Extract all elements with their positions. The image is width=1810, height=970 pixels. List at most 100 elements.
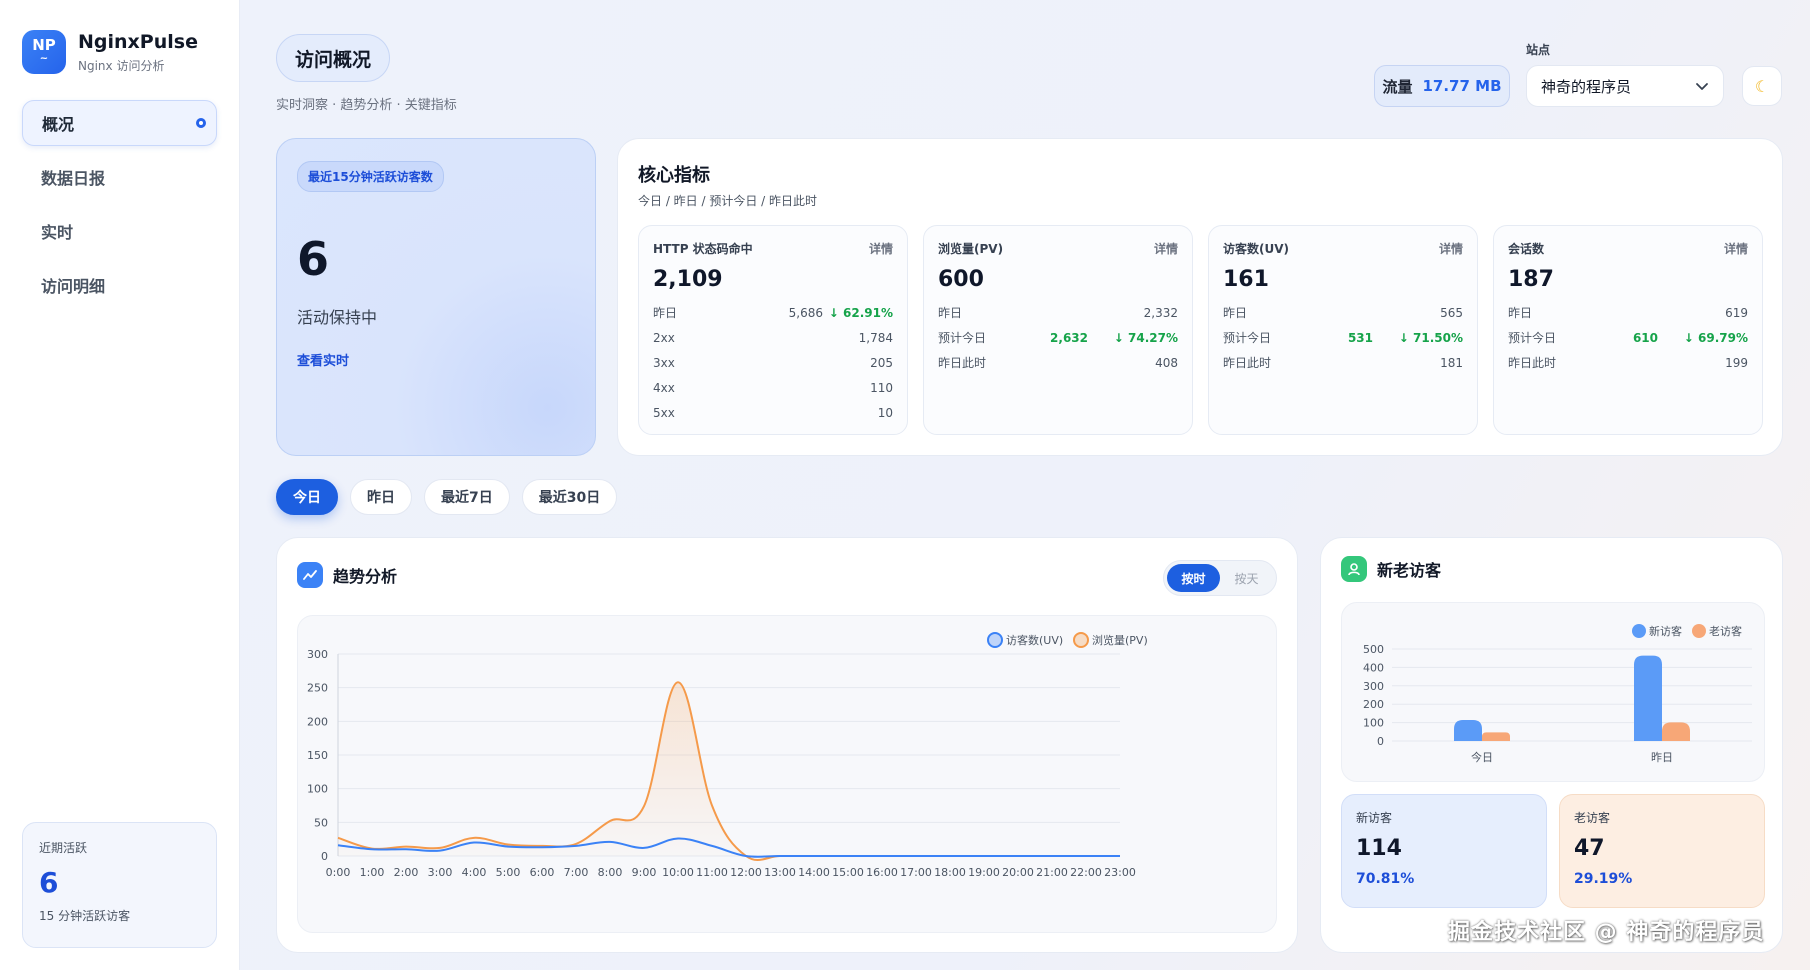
x-tick-label: 23:00 xyxy=(1104,866,1136,879)
x-tick-label: 10:00 xyxy=(662,866,694,879)
returning-visitors-label: 老访客 xyxy=(1574,811,1611,825)
bar-new xyxy=(1634,655,1662,741)
detail-link[interactable]: 详情 xyxy=(1154,240,1178,257)
sidebar-item-daily-report[interactable]: 数据日报 xyxy=(22,154,217,200)
tab-last-7-days[interactable]: 最近7日 xyxy=(424,479,510,515)
sidebar-item-overview[interactable]: 概况 xyxy=(22,100,217,146)
trend-line-chart: 0 50 100 150 200 250 300 0:00 1:00 2:00 3:00 4:00 5:… xyxy=(307,632,1148,879)
metric-title: 浏览量(PV) xyxy=(938,242,1004,256)
metric-row-same-time: 昨日此时 199 xyxy=(1508,350,1748,375)
hourly-toggle-button[interactable]: 按时 xyxy=(1167,564,1220,592)
x-tick-label: 2:00 xyxy=(394,866,419,879)
active-visitors-value: 6 xyxy=(297,232,330,286)
traffic-value: 17.77 MB xyxy=(1422,77,1502,95)
detail-link[interactable]: 详情 xyxy=(1724,240,1748,257)
tab-today[interactable]: 今日 xyxy=(276,479,338,515)
x-tick-label: 15:00 xyxy=(832,866,864,879)
site-label: 站点 xyxy=(1526,43,1551,57)
y-tick-label: 0 xyxy=(1377,735,1384,748)
sidebar-item-realtime[interactable]: 实时 xyxy=(22,208,217,254)
x-tick-label: 8:00 xyxy=(598,866,623,879)
daily-toggle-button[interactable]: 按天 xyxy=(1220,564,1273,592)
watermark: 掘金技术社区 @ 神奇的程序员 xyxy=(1448,920,1765,945)
metric-value: 187 xyxy=(1508,267,1554,292)
tab-yesterday[interactable]: 昨日 xyxy=(350,479,412,515)
x-tick-label: 17:00 xyxy=(900,866,932,879)
y-tick-label: 250 xyxy=(307,682,328,695)
visitors-plot-area: 0 100 200 300 400 500 今日 昨日 新访客 老访客 xyxy=(1341,602,1765,782)
y-tick-label: 200 xyxy=(307,715,328,728)
legend-label: 访客数(UV) xyxy=(1006,633,1063,647)
metric-value: 600 xyxy=(938,267,984,292)
metric-title: HTTP 状态码命中 xyxy=(653,242,753,256)
sidebar-item-label: 数据日报 xyxy=(41,169,106,188)
y-tick-label: 150 xyxy=(307,749,328,762)
row-label: 昨日此时 xyxy=(1223,356,1272,370)
y-tick-label: 500 xyxy=(1363,643,1384,656)
y-tick-label: 300 xyxy=(307,648,328,661)
tab-last-30-days[interactable]: 最近30日 xyxy=(521,479,618,515)
recent-active-label: 近期活跃 xyxy=(39,841,88,855)
x-tick-label: 昨日 xyxy=(1651,751,1673,764)
recent-active-sub: 15 分钟活跃访客 xyxy=(39,909,131,923)
row-value: 205 xyxy=(870,355,893,370)
detail-link[interactable]: 详情 xyxy=(869,240,893,257)
metric-row-5xx: 5xx 10 xyxy=(653,400,893,425)
new-visitors-value: 114 xyxy=(1356,836,1402,861)
row-value: 408 xyxy=(1155,355,1178,370)
user-icon xyxy=(1341,556,1367,582)
y-tick-label: 50 xyxy=(314,816,328,829)
chevron-down-icon xyxy=(1696,83,1708,90)
core-metrics-card: 核心指标 今日 / 昨日 / 预计今日 / 昨日此时 HTTP 状态码命中 详情… xyxy=(617,138,1783,456)
returning-visitors-percent: 29.19% xyxy=(1574,871,1633,887)
metric-row-forecast: 预计今日 610 ↓ 69.79% xyxy=(1508,325,1748,350)
metric-row-yesterday: 昨日 619 xyxy=(1508,300,1748,325)
theme-toggle-button[interactable]: ☾ xyxy=(1742,66,1782,106)
bar-returning xyxy=(1482,732,1510,741)
detail-link[interactable]: 详情 xyxy=(1439,240,1463,257)
sidebar-item-label: 访问明细 xyxy=(41,277,106,296)
sidebar-nav: 概况 数据日报 实时 访问明细 xyxy=(22,100,217,316)
brand-logo-icon: NP ~ xyxy=(22,30,66,74)
trend-chart-icon xyxy=(297,562,323,588)
series-line-pv xyxy=(337,681,1120,861)
row-value: 2,332 xyxy=(1143,305,1178,320)
legend-label: 新访客 xyxy=(1649,624,1682,638)
site-select[interactable]: 神奇的程序员 xyxy=(1526,65,1724,107)
row-value: 110 xyxy=(870,380,893,395)
metric-row-yesterday: 昨日 2,332 xyxy=(938,300,1178,325)
x-tick-label: 14:00 xyxy=(798,866,830,879)
traffic-label: 流量 xyxy=(1382,77,1413,96)
metric-value: 161 xyxy=(1223,267,1269,292)
x-tick-label: 6:00 xyxy=(530,866,555,879)
x-tick-label: 21:00 xyxy=(1036,866,1068,879)
row-value: 619 xyxy=(1725,305,1748,320)
metric-value: 2,109 xyxy=(653,267,723,292)
y-tick-label: 200 xyxy=(1363,698,1384,711)
legend-label: 浏览量(PV) xyxy=(1092,633,1148,647)
x-tick-label: 7:00 xyxy=(564,866,589,879)
new-visitors-percent: 70.81% xyxy=(1356,871,1415,887)
date-range-tabs: 今日 昨日 最近7日 最近30日 xyxy=(276,479,618,515)
view-realtime-link[interactable]: 查看实时 xyxy=(297,350,575,369)
x-tick-label: 19:00 xyxy=(968,866,1000,879)
row-label: 预计今日 xyxy=(1223,331,1272,345)
sidebar-item-access-details[interactable]: 访问明细 xyxy=(22,262,217,308)
traffic-badge: 流量 17.77 MB xyxy=(1374,65,1510,107)
x-tick-label: 5:00 xyxy=(496,866,521,879)
metric-row-2xx: 2xx 1,784 xyxy=(653,325,893,350)
row-value: 1,784 xyxy=(858,330,893,345)
active-visitors-card: 最近15分钟活跃访客数 6 活动保持中 查看实时 xyxy=(276,138,596,456)
core-metrics-subtitle: 今日 / 昨日 / 预计今日 / 昨日此时 xyxy=(638,194,818,208)
row-value: 2,632 xyxy=(1050,330,1088,345)
metric-row-forecast: 预计今日 2,632 ↓ 74.27% xyxy=(938,325,1178,350)
row-label: 3xx xyxy=(653,355,675,370)
metric-http-status: HTTP 状态码命中 详情 2,109 昨日 5,686 ↓ 62.91% 2x… xyxy=(638,225,908,435)
x-tick-label: 1:00 xyxy=(360,866,385,879)
visitors-bar-chart: 0 100 200 300 400 500 今日 昨日 新访客 老访客 xyxy=(1363,624,1752,764)
new-returning-visitors-card: 新老访客 0 100 200 300 400 500 今日 昨日 新访客 老访客 新访客 114 … xyxy=(1320,537,1783,953)
legend-swatch xyxy=(1632,624,1646,638)
row-label: 昨日此时 xyxy=(1508,356,1557,370)
moon-icon: ☾ xyxy=(1754,76,1770,96)
core-metrics-title: 核心指标 xyxy=(638,165,710,186)
